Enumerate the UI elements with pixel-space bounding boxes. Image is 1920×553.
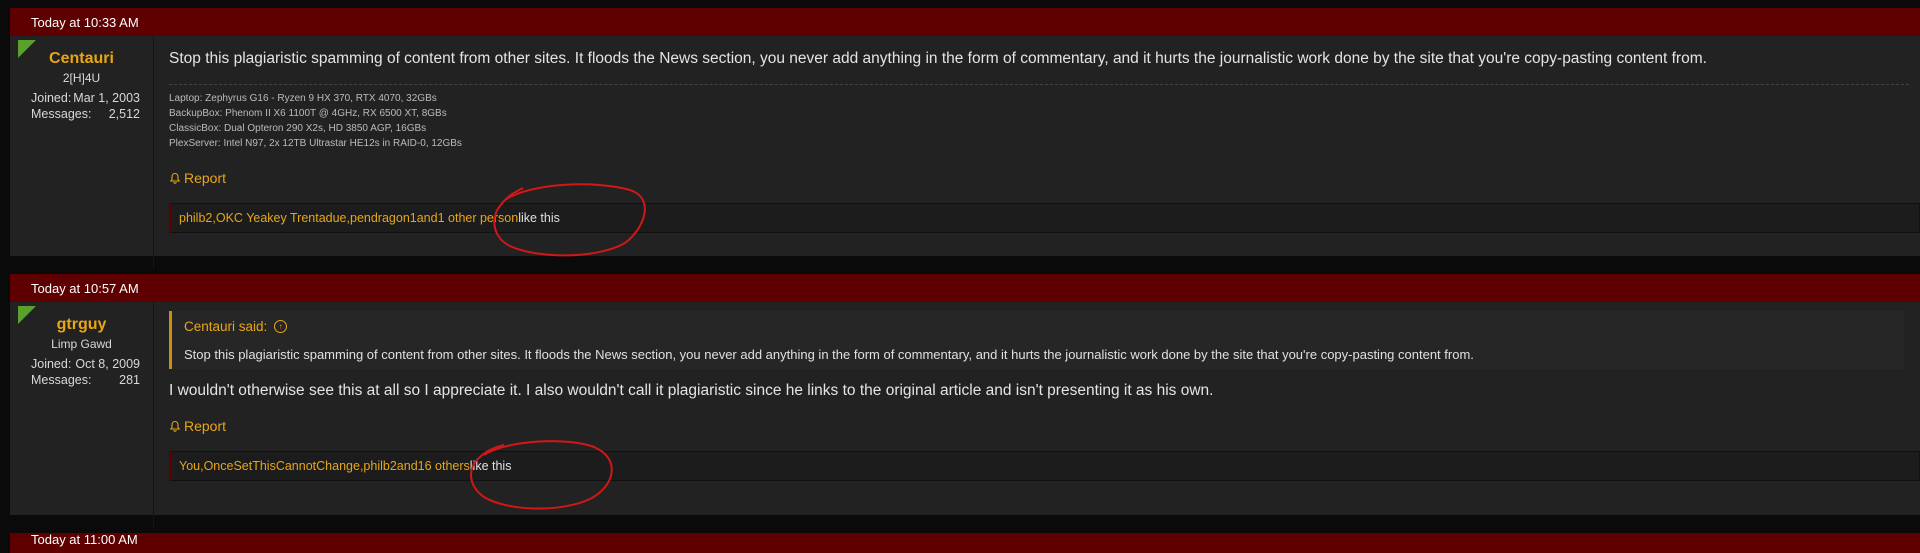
joined-value: Mar 1, 2003: [73, 91, 140, 105]
messages-stat: Messages: 2,512: [10, 107, 153, 121]
post-1: Today at 10:33 AM Centauri 2[H]4U Joined…: [10, 8, 1920, 270]
user-info: Centauri 2[H]4U Joined: Mar 1, 2003 Mess…: [10, 36, 154, 270]
signature-line: ClassicBox: Dual Opteron 290 X2s, HD 385…: [169, 123, 427, 134]
report-label[interactable]: Report: [184, 170, 226, 186]
like-user-link[interactable]: OnceSetThisCannotChange: [204, 459, 360, 473]
post-timestamp[interactable]: Today at 10:33 AM: [10, 8, 1920, 36]
timestamp-text[interactable]: Today at 10:57 AM: [31, 281, 139, 296]
like-and: and: [416, 211, 438, 225]
post-content: Stop this plagiaristic spamming of conte…: [154, 36, 1920, 270]
like-user-link[interactable]: OKC Yeakey Trentadue: [216, 211, 347, 225]
joined-stat: Joined: Mar 1, 2003: [10, 91, 153, 105]
like-suffix: like this: [518, 211, 560, 225]
post-content: Centauri said: ↑ Stop this plagiaristic …: [154, 302, 1920, 529]
messages-stat: Messages: 281: [10, 373, 153, 387]
report-label[interactable]: Report: [184, 418, 226, 434]
like-user-link[interactable]: pendragon1: [350, 211, 417, 225]
quote-text: Stop this plagiaristic spamming of conte…: [184, 347, 1474, 362]
likes-bar: You, OnceSetThisCannotChange, philb2 and…: [169, 451, 1920, 481]
messages-value: 2,512: [108, 107, 140, 121]
report-button[interactable]: Report: [169, 170, 226, 186]
online-indicator: [18, 40, 36, 58]
likes-bar: philb2, OKC Yeakey Trentadue, pendragon1…: [169, 203, 1920, 233]
user-title: Limp Gawd: [51, 337, 112, 351]
online-indicator: [18, 306, 36, 324]
user-info: gtrguy Limp Gawd Joined: Oct 8, 2009 Mes…: [10, 302, 154, 529]
arrow-up-icon[interactable]: ↑: [274, 320, 288, 333]
quote-header[interactable]: Centauri said: ↑: [184, 319, 1904, 334]
joined-stat: Joined: Oct 8, 2009: [10, 357, 153, 371]
bell-icon: [169, 420, 181, 432]
signature: Laptop: Zephyrus G16 - Ryzen 9 HX 370, R…: [169, 84, 1909, 151]
next-post-header[interactable]: Today at 11:00 AM: [10, 533, 1920, 553]
like-and: and: [396, 459, 418, 473]
like-others-link[interactable]: 1 other person: [438, 211, 519, 225]
timestamp-text[interactable]: Today at 11:00 AM: [31, 532, 138, 547]
like-suffix: like this: [469, 459, 512, 473]
like-user-link[interactable]: You: [179, 459, 200, 473]
quote-author[interactable]: Centauri said:: [184, 319, 267, 334]
signature-line: PlexServer: Intel N97, 2x 12TB Ultrastar…: [169, 138, 462, 149]
bell-icon: [169, 172, 181, 184]
quote-block: Centauri said: ↑ Stop this plagiaristic …: [169, 311, 1904, 369]
joined-label: Joined:: [31, 357, 72, 371]
like-user-link[interactable]: philb2: [179, 211, 212, 225]
messages-label: Messages:: [31, 373, 92, 387]
signature-line: Laptop: Zephyrus G16 - Ryzen 9 HX 370, R…: [169, 93, 437, 104]
joined-label: Joined:: [31, 91, 72, 105]
post-timestamp[interactable]: Today at 10:57 AM: [10, 274, 1920, 302]
timestamp-text[interactable]: Today at 10:33 AM: [31, 15, 139, 30]
messages-label: Messages:: [31, 107, 92, 121]
messages-value: 281: [119, 373, 140, 387]
message-text: I wouldn't otherwise see this at all so …: [169, 382, 1214, 399]
like-user-link[interactable]: philb2: [363, 459, 396, 473]
signature-line: BackupBox: Phenom II X6 1100T @ 4GHz, RX…: [169, 108, 447, 119]
like-others-link[interactable]: 16 others: [418, 459, 470, 473]
joined-value: Oct 8, 2009: [75, 357, 140, 371]
message-text: Stop this plagiaristic spamming of conte…: [169, 50, 1707, 67]
post-2: Today at 10:57 AM gtrguy Limp Gawd Joine…: [10, 274, 1920, 529]
user-title: 2[H]4U: [62, 71, 101, 85]
report-button[interactable]: Report: [169, 418, 226, 434]
